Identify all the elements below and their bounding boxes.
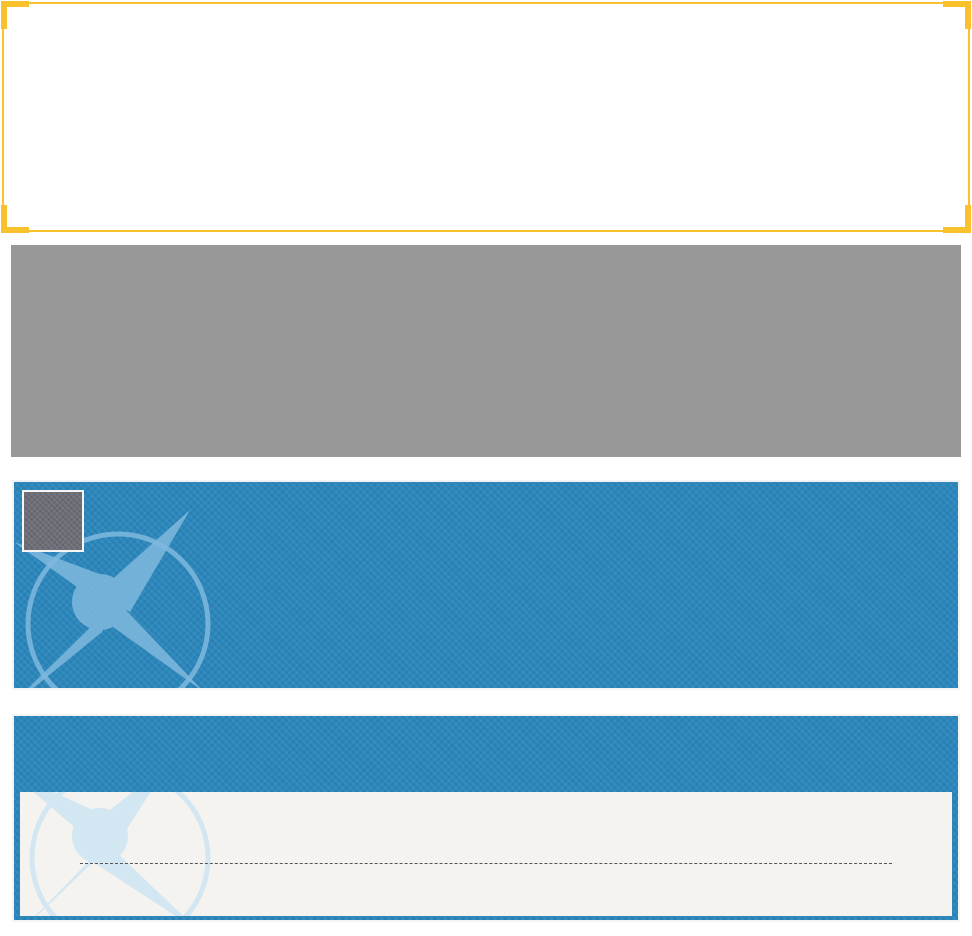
- compass-star-icon: [29, 792, 211, 916]
- content-card: [20, 792, 952, 916]
- top-framed-panel: [1, 1, 971, 233]
- image-placeholder-block: [11, 245, 961, 457]
- banner-panel: [12, 480, 960, 690]
- frame-corner-bottom-right: [943, 205, 971, 233]
- content-panel: [12, 714, 960, 922]
- frame-corner-top-left: [1, 1, 29, 29]
- thumbnail-image[interactable]: [22, 490, 84, 552]
- frame-corner-bottom-left: [1, 205, 29, 233]
- frame-corner-top-right: [943, 1, 971, 29]
- dashed-divider: [80, 863, 892, 864]
